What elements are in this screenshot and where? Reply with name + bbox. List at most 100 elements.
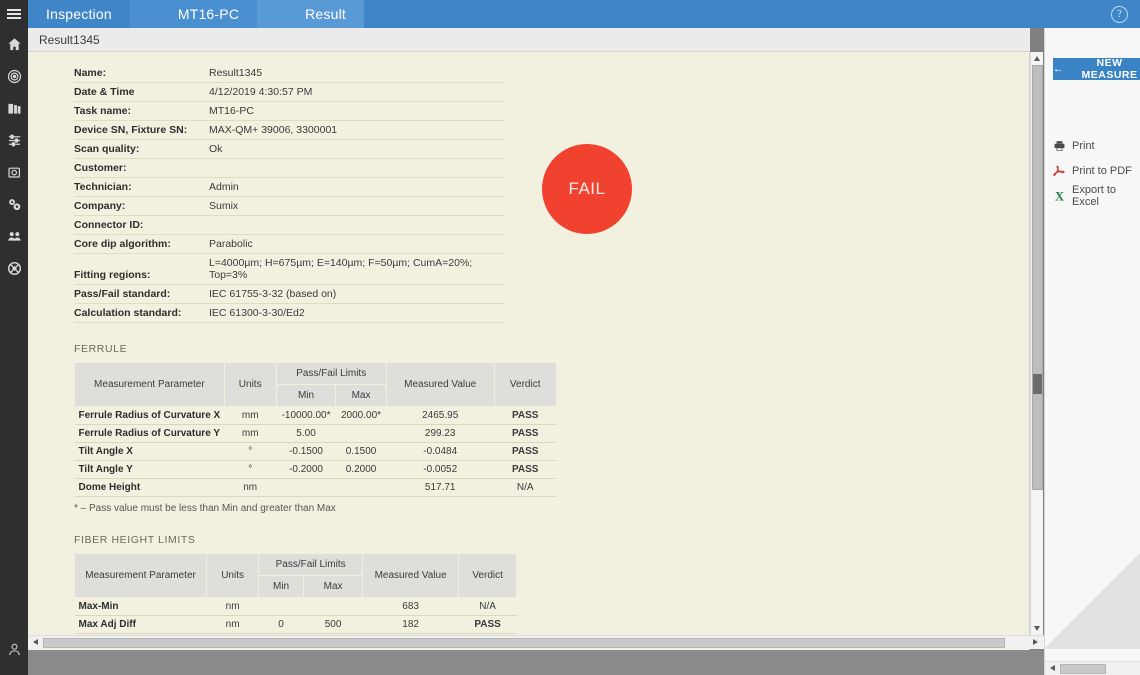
max-cell: 500	[303, 615, 363, 634]
breadcrumb-inspection[interactable]: Inspection	[28, 0, 130, 28]
book-icon	[7, 101, 22, 116]
col-limits: Pass/Fail Limits	[258, 553, 364, 576]
info-row-value: Admin	[209, 177, 504, 197]
header-row-top: Measurement Parameter Units Pass/Fail Li…	[73, 553, 518, 598]
col-units: Units	[206, 553, 260, 598]
verdict-cell: N/A	[458, 597, 517, 616]
rail-item-account[interactable]	[0, 633, 28, 665]
new-measure-button[interactable]: ← NEW MEASURE	[1053, 57, 1140, 81]
rail-item-capture[interactable]	[0, 156, 28, 188]
breadcrumb-mt16pc[interactable]: MT16-PC	[155, 0, 258, 28]
top-bar: Inspection MT16-PC Result ?	[0, 0, 1140, 28]
panel-scroll-left-arrow[interactable]	[1046, 663, 1059, 675]
info-row-key: Technician:	[74, 177, 209, 197]
measured-cell: 2465.95	[386, 406, 495, 425]
rail-item-target[interactable]	[0, 60, 28, 92]
printer-icon	[1053, 139, 1066, 153]
page-title: Result1345	[39, 32, 100, 47]
vertical-scroll-grip[interactable]	[1033, 374, 1042, 394]
rail-item-settings-sliders[interactable]	[0, 124, 28, 156]
table-row: Ferrule Radius of Curvature Ymm 5.00 299.…	[74, 424, 557, 443]
units-cell: °	[224, 460, 277, 479]
vertical-scroll-thumb[interactable]	[1032, 65, 1043, 490]
info-row-key: Device SN, Fixture SN:	[74, 120, 209, 140]
units-cell: nm	[206, 615, 259, 634]
excel-icon: X	[1053, 189, 1066, 203]
col-limits: Pass/Fail Limits	[275, 362, 387, 385]
users-icon	[7, 229, 22, 244]
overall-verdict-badge: FAIL	[542, 144, 632, 234]
info-row: Technician: Admin	[74, 177, 504, 197]
rail-item-home[interactable]	[0, 28, 28, 60]
col-min: Min	[275, 384, 337, 407]
help-circle-icon[interactable]: ?	[1111, 5, 1128, 23]
rail-item-library[interactable]	[0, 92, 28, 124]
units-cell: nm	[206, 597, 259, 616]
min-cell: -0.2000	[276, 460, 336, 479]
verdict-cell: PASS	[494, 424, 557, 443]
info-row-key: Scan quality:	[74, 139, 209, 159]
info-row: Customer:	[74, 158, 504, 178]
max-cell: 0.1500	[335, 442, 387, 461]
panel-horizontal-scrollbar[interactable]	[1045, 661, 1140, 675]
info-row-key: Date & Time	[74, 82, 209, 102]
col-measured: Measured Value	[362, 553, 460, 598]
panel-scroll-thumb[interactable]	[1060, 664, 1106, 674]
table-row: Ferrule Radius of Curvature Xmm -10000.00…	[74, 406, 557, 425]
info-row-value: MT16-PC	[209, 101, 504, 121]
scroll-up-arrow[interactable]	[1031, 52, 1044, 65]
scroll-left-arrow[interactable]	[29, 637, 42, 649]
print-action[interactable]: Print	[1053, 138, 1095, 154]
hamburger-menu-icon[interactable]	[0, 0, 28, 28]
svg-text:X: X	[1055, 190, 1064, 203]
info-row-key: Company:	[74, 196, 209, 216]
main-area: Result1345 Name: Result1345 Date & Time 4/1…	[28, 28, 1140, 675]
section-title-ferrule: FERRULE	[74, 343, 128, 355]
info-row-key: Fitting regions:	[74, 253, 209, 285]
info-row-key: Task name:	[74, 101, 209, 121]
parameter-cell: Tilt Angle Y	[74, 460, 225, 479]
pdf-label: Print to PDF	[1072, 165, 1132, 177]
col-parameter: Measurement Parameter	[73, 553, 208, 598]
horizontal-scroll-thumb[interactable]	[43, 638, 1005, 648]
max-cell	[335, 478, 387, 497]
info-row-value	[209, 158, 504, 178]
verdict-cell: N/A	[494, 478, 557, 497]
fhl-table-head: Measurement Parameter Units Pass/Fail Li…	[73, 553, 518, 598]
parameter-cell: Tilt Angle X	[74, 442, 225, 461]
breadcrumb-result[interactable]: Result	[283, 0, 365, 28]
max-cell: 2000.00*	[335, 406, 387, 425]
col-min: Min	[258, 575, 305, 598]
scroll-down-arrow[interactable]	[1031, 622, 1044, 635]
parameter-cell: Ferrule Radius of Curvature Y	[74, 424, 225, 443]
print-to-pdf-action[interactable]: Print to PDF	[1053, 163, 1132, 179]
decorative-corner	[1045, 553, 1140, 649]
hamburger-bars	[7, 7, 21, 21]
left-navigation-rail	[0, 28, 28, 675]
rail-item-support[interactable]	[0, 252, 28, 284]
info-row-key: Pass/Fail standard:	[74, 284, 209, 304]
info-row-value: 4/12/2019 4:30:57 PM	[209, 82, 504, 102]
report-horizontal-scrollbar[interactable]	[28, 635, 1044, 649]
report-vertical-scrollbar[interactable]	[1030, 52, 1043, 635]
info-row: Scan quality: Ok	[74, 139, 504, 159]
gears-icon	[7, 197, 22, 212]
col-verdict: Verdict	[493, 362, 557, 407]
min-cell	[258, 597, 304, 616]
parameter-cell: Ferrule Radius of Curvature X	[74, 406, 225, 425]
sliders-icon	[7, 133, 22, 148]
rail-item-users[interactable]	[0, 220, 28, 252]
units-cell: nm	[224, 478, 277, 497]
table-row: Tilt Angle X ° -0.1500 0.1500 -0.0484 PASS	[74, 442, 557, 461]
verdict-cell: PASS	[494, 460, 557, 479]
export-to-excel-action[interactable]: X Export to Excel	[1053, 184, 1140, 208]
parameter-cell: Dome Height	[74, 478, 225, 497]
info-row: Pass/Fail standard: IEC 61755-3-32 (based…	[74, 284, 504, 304]
info-row-value: L=4000µm; H=675µm; E=140µm; F=50µm; CumA…	[209, 253, 504, 285]
rail-item-configuration[interactable]	[0, 188, 28, 220]
scroll-right-arrow[interactable]	[1030, 637, 1043, 649]
info-row-value: Ok	[209, 139, 504, 159]
units-cell: mm	[224, 406, 277, 425]
report-scroll-container[interactable]: Name: Result1345 Date & Time 4/12/2019 4:30…	[28, 52, 1030, 658]
excel-label: Export to Excel	[1072, 184, 1117, 208]
